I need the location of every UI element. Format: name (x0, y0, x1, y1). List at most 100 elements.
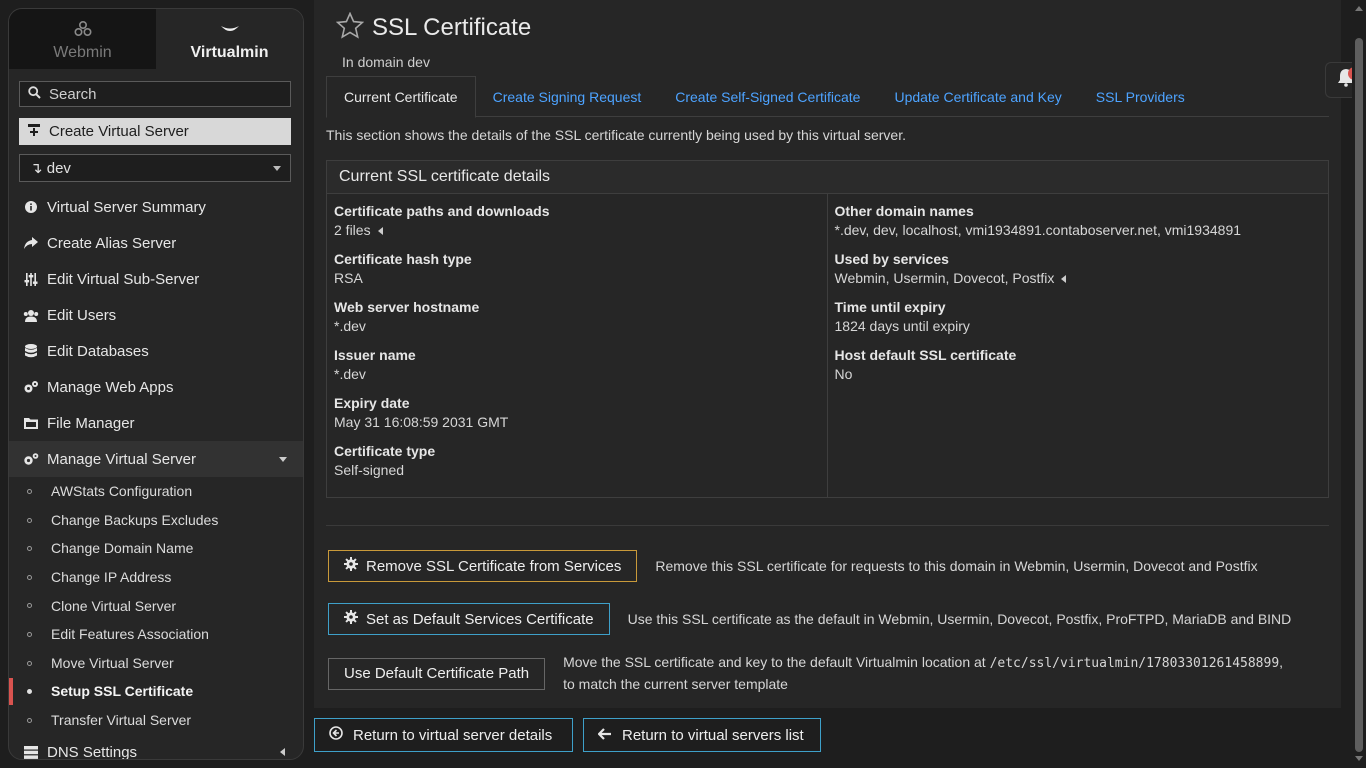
field-value: RSA (334, 270, 363, 286)
certificate-details-panel: Current SSL certificate details Certific… (326, 160, 1329, 498)
create-virtual-server-label: Create Virtual Server (49, 123, 189, 140)
services-toggle[interactable]: Webmin, Usermin, Dovecot, Postfix (835, 268, 1322, 289)
sidebar-item-manage-virtual-server[interactable]: Manage Virtual Server (9, 441, 303, 477)
action-row-remove: Remove SSL Certificate from Services Rem… (328, 550, 1258, 582)
return-to-server-details-button[interactable]: Return to virtual server details (314, 718, 573, 752)
share-icon (23, 237, 39, 249)
action-row-use-default-path: Use Default Certificate Path Move the SS… (328, 652, 1283, 695)
bullet-icon (27, 660, 32, 666)
server-icon (23, 745, 39, 759)
submenu-item-transfer-virtual-server[interactable]: Transfer Virtual Server (9, 706, 303, 735)
active-marker (9, 678, 13, 706)
virtualmin-switch-label: Virtualmin (190, 44, 269, 61)
submenu-item-label: Move Virtual Server (51, 654, 174, 671)
action-description-continuation: to match the current server template (563, 676, 788, 692)
submenu-item-edit-features-association[interactable]: Edit Features Association (9, 620, 303, 649)
button-label: Remove SSL Certificate from Services (366, 557, 622, 575)
bullet-icon (27, 717, 32, 723)
page-subtitle: In domain dev (342, 54, 430, 70)
field-expiry-date: Expiry date May 31 16:08:59 2031 GMT (334, 394, 820, 433)
field-used-by-services: Used by services Webmin, Usermin, Doveco… (835, 250, 1322, 289)
scrollbar-thumb[interactable] (1355, 38, 1363, 752)
database-icon (23, 344, 39, 358)
action-description: Remove this SSL certificate for requests… (655, 557, 1258, 574)
field-value: 1824 days until expiry (834, 318, 970, 334)
add-server-icon (27, 123, 41, 141)
search-input[interactable]: Search (19, 81, 291, 107)
sidebar-item-manage-web-apps[interactable]: Manage Web Apps (9, 369, 303, 405)
tab-create-self-signed-certificate[interactable]: Create Self-Signed Certificate (658, 76, 877, 117)
field-label: Time until expiry (834, 299, 946, 315)
button-label: Set as Default Services Certificate (366, 610, 594, 628)
sidebar-item-edit-databases[interactable]: Edit Databases (9, 333, 303, 369)
submenu-item-change-backups-excludes[interactable]: Change Backups Excludes (9, 506, 303, 535)
sidebar-item-edit-virtual-sub-server[interactable]: Edit Virtual Sub-Server (9, 261, 303, 297)
sidebar-item-virtual-server-summary[interactable]: Virtual Server Summary (9, 189, 303, 225)
use-default-certificate-path-button[interactable]: Use Default Certificate Path (328, 657, 546, 690)
tab-ssl-providers[interactable]: SSL Providers (1079, 76, 1202, 117)
scroll-down-icon[interactable] (1355, 756, 1363, 761)
field-label: Certificate hash type (334, 251, 472, 267)
sidebar-item-label: Create Alias Server (47, 234, 177, 252)
bullet-icon (27, 574, 32, 580)
scroll-up-icon[interactable] (1355, 6, 1363, 11)
sidebar-item-create-alias-server[interactable]: Create Alias Server (9, 225, 303, 261)
webmin-switch-label: Webmin (53, 44, 112, 61)
tab-bar: Current Certificate Create Signing Reque… (326, 76, 1329, 118)
button-label: Return to virtual server details (353, 726, 553, 744)
field-value: Self-signed (334, 462, 405, 478)
field-label: Expiry date (334, 395, 410, 411)
webmin-switch[interactable]: Webmin (9, 9, 156, 69)
details-right-column: Other domain names *.dev, dev, localhost… (828, 194, 1329, 497)
virtualmin-switch[interactable]: Virtualmin (156, 9, 303, 69)
search-label: Search (49, 85, 97, 103)
certificate-path: /etc/ssl/virtualmin/17803301261458899 (989, 656, 1280, 671)
return-to-servers-list-button[interactable]: Return to virtual servers list (583, 718, 821, 752)
sidebar-item-label: Virtual Server Summary (47, 198, 206, 216)
sidebar-item-file-manager[interactable]: File Manager (9, 405, 303, 441)
submenu-item-setup-ssl-certificate[interactable]: Setup SSL Certificate (9, 677, 303, 706)
tab-current-certificate[interactable]: Current Certificate (326, 76, 476, 118)
submenu-item-label: Change IP Address (51, 569, 172, 586)
bullet-icon (27, 631, 32, 637)
action-description: Move the SSL certificate and key to the … (563, 652, 1283, 695)
virtualmin-logo-icon (219, 20, 241, 38)
tab-create-signing-request[interactable]: Create Signing Request (476, 76, 659, 117)
webmin-logo-icon (73, 20, 93, 38)
sidebar-item-edit-users[interactable]: Edit Users (9, 297, 303, 333)
tab-update-certificate-and-key[interactable]: Update Certificate and Key (877, 76, 1078, 117)
submenu-item-move-virtual-server[interactable]: Move Virtual Server (9, 649, 303, 678)
submenu-item-label: Transfer Virtual Server (51, 712, 192, 729)
field-web-server-hostname: Web server hostname *.dev (334, 298, 820, 337)
action-description: Use this SSL certificate as the default … (627, 610, 1292, 627)
certificate-files-toggle[interactable]: 2 files (334, 220, 820, 241)
submenu-item-awstats-configuration[interactable]: AWStats Configuration (9, 477, 303, 506)
field-certificate-paths: Certificate paths and downloads 2 files (334, 202, 820, 241)
bullet-icon (27, 489, 32, 494)
submenu-item-change-domain-name[interactable]: Change Domain Name (9, 534, 303, 563)
cog-icon (344, 610, 358, 628)
star-icon[interactable] (335, 11, 365, 44)
sidebar-item-label: Edit Users (47, 306, 117, 324)
remove-ssl-certificate-button[interactable]: Remove SSL Certificate from Services (328, 550, 638, 582)
chevron-down-icon (273, 166, 281, 171)
sidebar-item-label: Manage Virtual Server (47, 450, 196, 468)
page-scrollbar[interactable] (1352, 0, 1366, 768)
cogs-icon (23, 380, 39, 394)
submenu-item-clone-virtual-server[interactable]: Clone Virtual Server (9, 591, 303, 620)
sidebar-item-dns-settings[interactable]: DNS Settings (9, 734, 303, 759)
sidebar-item-label: Edit Databases (47, 342, 149, 360)
domain-select[interactable]: ↴ dev (19, 154, 291, 182)
sidebar-item-label: Manage Web Apps (47, 378, 174, 396)
submenu-item-change-ip-address[interactable]: Change IP Address (9, 563, 303, 592)
submenu-item-label: Change Backups Excludes (51, 511, 219, 528)
sidebar-item-label: File Manager (47, 414, 135, 432)
cog-icon (344, 557, 358, 575)
arrow-left-icon (597, 727, 612, 744)
field-value: *.dev (334, 318, 366, 334)
bullet-icon (27, 689, 32, 695)
info-icon (23, 201, 39, 213)
set-default-services-certificate-button[interactable]: Set as Default Services Certificate (328, 603, 610, 635)
action-description-text: Move the SSL certificate and key to the … (563, 654, 986, 670)
create-virtual-server-button[interactable]: Create Virtual Server (19, 118, 291, 145)
